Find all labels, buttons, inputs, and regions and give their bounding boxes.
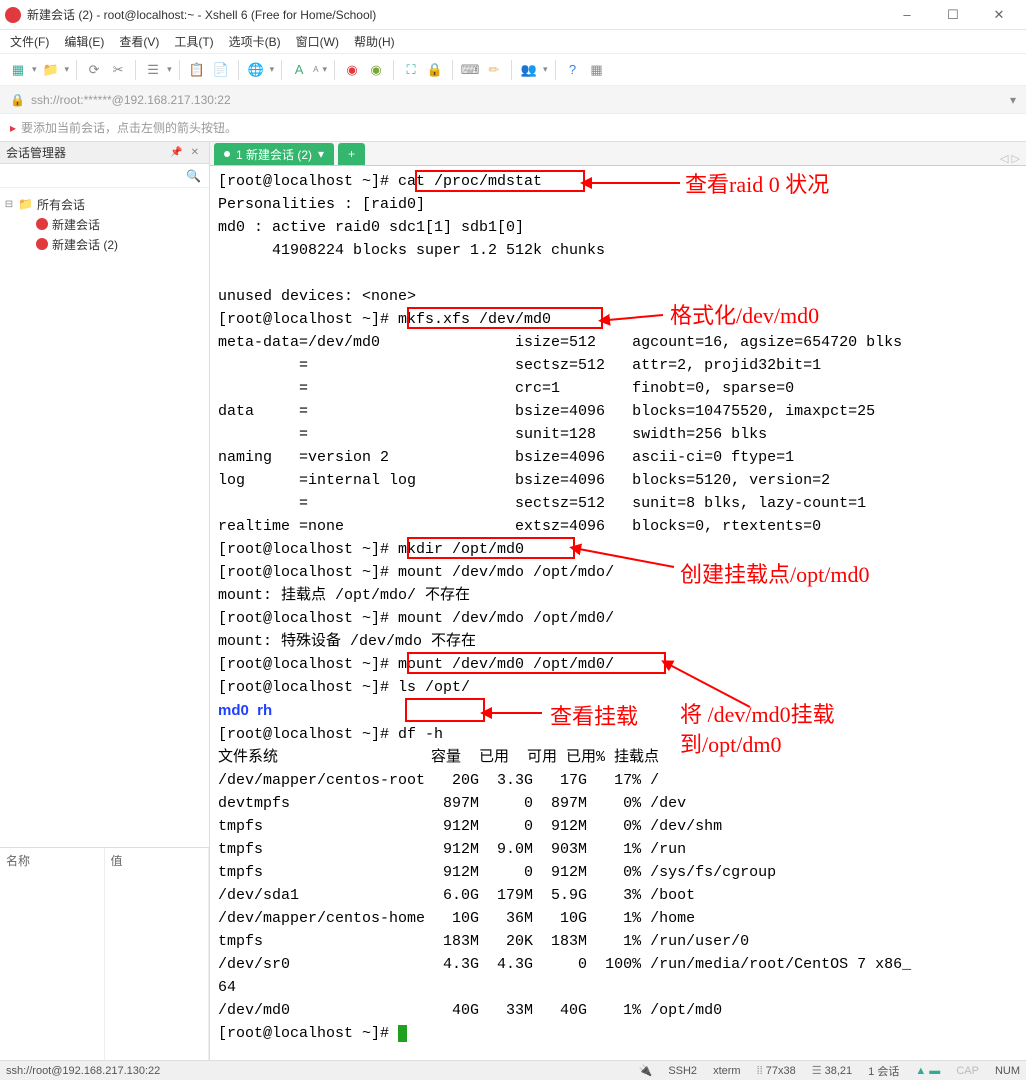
tree-root[interactable]: ⊟ 📁 所有会话 xyxy=(4,194,205,214)
minimize-button[interactable]: – xyxy=(893,5,921,25)
tab-dropdown-icon[interactable]: ▾ xyxy=(318,147,324,161)
search-icon: 🔍 xyxy=(186,169,201,183)
session-tree[interactable]: ⊟ 📁 所有会话 新建会话 新建会话 (2) xyxy=(0,188,209,848)
globe-icon[interactable]: 🌐 xyxy=(246,60,266,80)
session-icon xyxy=(36,218,48,230)
address-dropdown-icon[interactable]: ▾ xyxy=(1010,93,1016,107)
menu-window[interactable]: 窗口(W) xyxy=(296,33,339,50)
prop-col-value: 值 xyxy=(105,848,210,1060)
find-icon[interactable]: 👥 xyxy=(519,60,539,80)
ssh-status-icon: 🔌 xyxy=(639,1064,653,1077)
open-icon[interactable]: 📁 xyxy=(41,60,61,80)
menu-tabs[interactable]: 选项卡(B) xyxy=(229,33,281,50)
tree-item-label: 新建会话 xyxy=(52,216,100,233)
tree-item[interactable]: 新建会话 (2) xyxy=(36,234,205,254)
font-icon[interactable]: A xyxy=(289,60,309,80)
session-manager-panel: 会话管理器 📌 ✕ 🔍 ⊟ 📁 所有会话 新建会话 新建会话 (2) 名称 值 xyxy=(0,142,210,1060)
paste-icon[interactable]: 📄 xyxy=(211,60,231,80)
expand-icon[interactable]: ⊟ xyxy=(4,199,14,210)
hint-text: 要添加当前会话，点击左侧的箭头按钮。 xyxy=(21,119,237,136)
tab-nav-arrows[interactable]: ◁ ▷ xyxy=(994,152,1026,165)
lock-icon[interactable]: 🔒 xyxy=(425,60,445,80)
status-sessions: 1 会话 xyxy=(868,1063,899,1079)
highlight-icon[interactable]: ✏ xyxy=(484,60,504,80)
tab-bar: 1 新建会话 (2) ▾ + ◁ ▷ xyxy=(210,142,1026,166)
flag-icon: ▸ xyxy=(10,121,16,135)
tree-item[interactable]: 新建会话 xyxy=(36,214,205,234)
menu-view[interactable]: 查看(V) xyxy=(119,33,159,50)
tree-root-label: 所有会话 xyxy=(37,196,85,213)
reconnect-icon[interactable]: ⟳ xyxy=(84,60,104,80)
tab-session[interactable]: 1 新建会话 (2) ▾ xyxy=(214,143,334,165)
tree-item-label: 新建会话 (2) xyxy=(52,236,118,253)
status-num: NUM xyxy=(995,1065,1020,1077)
properties-icon[interactable]: ☰ xyxy=(143,60,163,80)
new-session-icon[interactable]: ▦ xyxy=(8,60,28,80)
help-icon[interactable]: ? xyxy=(563,60,583,80)
tab-label: 1 新建会话 (2) xyxy=(236,146,312,163)
tab-status-icon xyxy=(224,151,230,157)
main-area: 1 新建会话 (2) ▾ + ◁ ▷ [root@localhost ~]# c… xyxy=(210,142,1026,1060)
status-term: xterm xyxy=(713,1065,741,1077)
session-search[interactable]: 🔍 xyxy=(0,164,209,188)
folder-icon: 📁 xyxy=(18,197,33,211)
panel-header: 会话管理器 📌 ✕ xyxy=(0,142,209,164)
menu-tools[interactable]: 工具(T) xyxy=(174,33,213,50)
status-bar: ssh://root@192.168.217.130:22 🔌 SSH2 xte… xyxy=(0,1060,1026,1080)
window-title: 新建会话 (2) - root@localhost:~ - Xshell 6 (… xyxy=(27,6,893,23)
session-icon xyxy=(36,238,48,250)
status-ssh: SSH2 xyxy=(668,1065,697,1077)
app-icon xyxy=(5,7,21,23)
panel-title: 会话管理器 xyxy=(6,144,66,161)
status-size: ⁞⁞ 77x38 xyxy=(757,1065,796,1077)
menu-help[interactable]: 帮助(H) xyxy=(354,33,395,50)
fullscreen-icon[interactable]: ⛶ xyxy=(401,60,421,80)
menu-file[interactable]: 文件(F) xyxy=(10,33,49,50)
status-cap: CAP xyxy=(956,1065,979,1077)
prop-col-name: 名称 xyxy=(0,848,105,1060)
xshell-icon[interactable]: ◉ xyxy=(342,60,362,80)
panel-close-icon[interactable]: ✕ xyxy=(191,147,199,158)
hint-bar: ▸ 要添加当前会话，点击左侧的箭头按钮。 xyxy=(0,114,1026,142)
pin-icon[interactable]: 📌 xyxy=(170,147,182,158)
disconnect-icon[interactable]: ✂ xyxy=(108,60,128,80)
menu-edit[interactable]: 编辑(E) xyxy=(64,33,104,50)
status-connection: ssh://root@192.168.217.130:22 xyxy=(6,1065,160,1077)
lock-icon: 🔒 xyxy=(10,93,25,107)
close-button[interactable]: ✕ xyxy=(985,5,1013,25)
keyboard-icon[interactable]: ⌨ xyxy=(460,60,480,80)
address-bar[interactable]: 🔒 ssh://root:******@192.168.217.130:22 ▾ xyxy=(0,86,1026,114)
maximize-button[interactable]: ☐ xyxy=(939,5,967,25)
tab-add-button[interactable]: + xyxy=(338,143,365,165)
property-list: 名称 值 xyxy=(0,848,209,1060)
script-icon[interactable]: ▦ xyxy=(587,60,607,80)
address-text: ssh://root:******@192.168.217.130:22 xyxy=(31,93,231,107)
status-cursor: ☰ 38,21 xyxy=(812,1064,852,1077)
toolbar: ▦▾ 📁▾ ⟳ ✂ ☰▾ 📋 📄 🌐▾ AA▾ ◉ ◉ ⛶ 🔒 ⌨ ✏ 👥▾ ?… xyxy=(0,54,1026,86)
menu-bar: 文件(F) 编辑(E) 查看(V) 工具(T) 选项卡(B) 窗口(W) 帮助(… xyxy=(0,30,1026,54)
window-titlebar: 新建会话 (2) - root@localhost:~ - Xshell 6 (… xyxy=(0,0,1026,30)
terminal[interactable]: [root@localhost ~]# cat /proc/mdstat Per… xyxy=(210,166,1026,1060)
copy-icon[interactable]: 📋 xyxy=(187,60,207,80)
xftp-icon[interactable]: ◉ xyxy=(366,60,386,80)
